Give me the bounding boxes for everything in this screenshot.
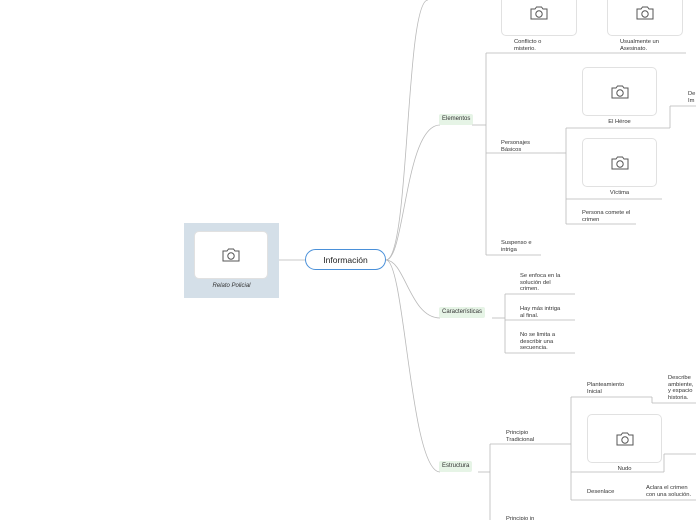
- camera-icon: [636, 6, 654, 20]
- suspenso-label: Suspenso e intriga: [501, 240, 532, 253]
- planteamiento-label: Planteamiento Inicial: [587, 382, 625, 395]
- asesinato-image: [607, 0, 683, 36]
- center-node[interactable]: Información: [305, 249, 386, 270]
- root-image: [194, 231, 268, 279]
- conflicto-label: Conflicto o misterio.: [514, 39, 542, 52]
- principio-label: Principio Tradicional: [506, 430, 535, 443]
- conflicto-image: [501, 0, 577, 36]
- mind-map-canvas: Relato Policial Información Elementos Co…: [0, 0, 696, 520]
- victima-label: Víctima: [609, 190, 630, 196]
- victima-image: [582, 138, 657, 187]
- heroe-note: De Im: [688, 91, 696, 104]
- camera-icon: [611, 156, 628, 169]
- asesinato-label: Usualmente un Asesinato.: [620, 39, 659, 52]
- personajes-label[interactable]: Personajes Básicos: [501, 140, 543, 153]
- root-label: Relato Policial: [212, 283, 251, 289]
- nudo-label: Nudo: [617, 466, 632, 472]
- caracteristica-item: Hay más intriga al final.: [520, 306, 561, 319]
- camera-icon: [616, 432, 633, 445]
- heroe-image: [582, 67, 657, 116]
- caracteristica-item: Se enfoca en la solución del crimen.: [520, 273, 561, 293]
- root-node[interactable]: Relato Policial: [184, 223, 279, 298]
- desenlace-label: Desenlace: [587, 489, 615, 495]
- heroe-label: El Héroe: [608, 119, 631, 125]
- camera-icon: [222, 248, 240, 262]
- camera-icon: [530, 6, 548, 20]
- topic-caracteristicas[interactable]: Características: [439, 307, 486, 318]
- comete-label: Persona comete el crimen: [582, 210, 631, 223]
- camera-icon: [611, 85, 628, 98]
- planteamiento-note: Describe ambiente, y espacio historia.: [668, 375, 694, 401]
- topic-elementos[interactable]: Elementos: [439, 114, 474, 125]
- nudo-image: [587, 414, 662, 463]
- desenlace-note: Aclara el crimen con una solución.: [646, 485, 692, 498]
- topic-estructura[interactable]: Estructura: [439, 461, 473, 472]
- caracteristica-item: No se limita a describir una secuencia.: [520, 332, 556, 352]
- principio-in-label: Principio in: [506, 516, 535, 520]
